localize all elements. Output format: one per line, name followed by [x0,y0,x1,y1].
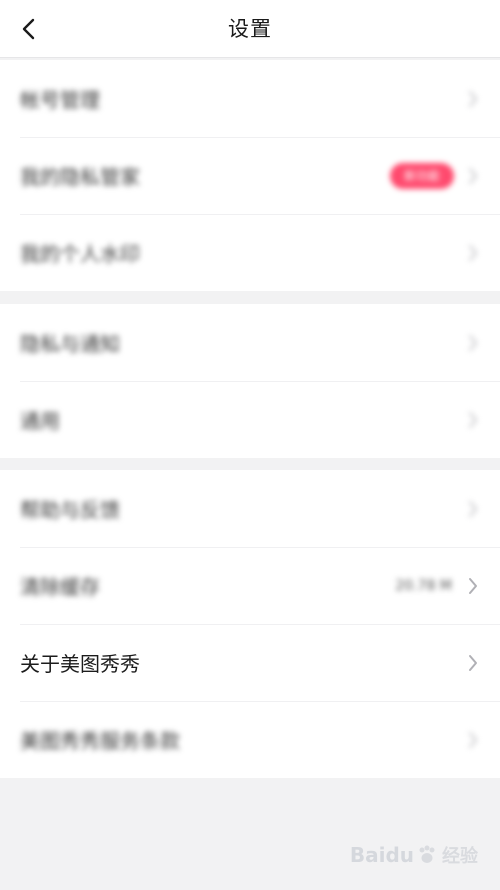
row-label: 帮助与反馈 [20,498,120,522]
row-label: 隐私与通知 [20,332,120,356]
chevron-right-icon [466,243,480,263]
settings-row-personal-watermark[interactable]: 我的个人水印 [0,214,500,291]
row-label: 我的隐私管家 [20,165,140,189]
header-bar: 设置 [0,0,500,58]
settings-row-terms-of-service[interactable]: 美图秀秀服务条款 [0,701,500,778]
settings-row-general[interactable]: 通用 [0,381,500,458]
chevron-right-icon [466,333,480,353]
row-label: 清除缓存 [20,575,100,599]
row-label: 帐号管理 [20,88,100,112]
settings-group-support: 帮助与反馈 清除缓存 20.78 M 关于美图秀秀 美图秀秀服务条款 [0,470,500,778]
settings-row-about[interactable]: 关于美图秀秀 [0,624,500,701]
chevron-right-icon [466,653,480,673]
page-title: 设置 [228,17,272,41]
chevron-right-icon [466,499,480,519]
chevron-right-icon [466,89,480,109]
cache-size-value: 20.78 M [395,577,452,594]
settings-row-account-management[interactable]: 帐号管理 [0,60,500,137]
row-label: 美图秀秀服务条款 [20,729,180,753]
settings-row-help-feedback[interactable]: 帮助与反馈 [0,470,500,547]
settings-row-clear-cache[interactable]: 清除缓存 20.78 M [0,547,500,624]
settings-row-privacy-notifications[interactable]: 隐私与通知 [0,304,500,381]
settings-group-privacy: 隐私与通知 通用 [0,304,500,458]
watermark-sub: 经验 [442,846,478,867]
chevron-right-icon [466,730,480,750]
paw-icon [419,845,435,863]
chevron-right-icon [466,410,480,430]
watermark-brand: Baidu [349,843,414,867]
settings-row-privacy-butler[interactable]: 我的隐私管家 新功能 [0,137,500,214]
new-feature-badge: 新功能 [389,162,454,189]
row-label: 我的个人水印 [20,242,140,266]
chevron-right-icon [466,166,480,186]
chevron-right-icon [466,576,480,596]
settings-group-account: 帐号管理 我的隐私管家 新功能 我的个人水印 [0,60,500,291]
row-label: 关于美图秀秀 [20,652,140,676]
row-label: 通用 [20,409,60,433]
baidu-jingyan-watermark: Baidu 经验 [350,842,478,868]
